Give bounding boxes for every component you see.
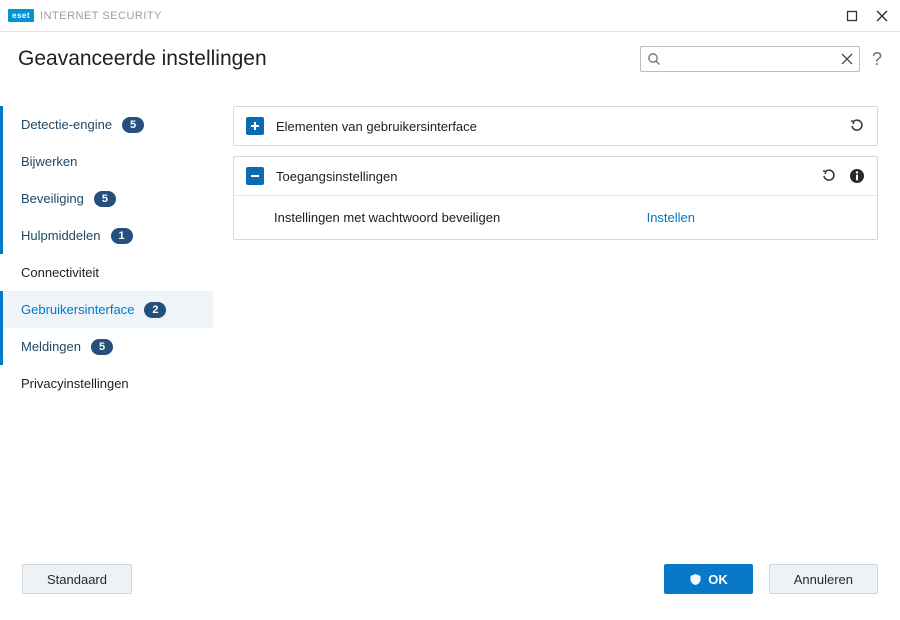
expand-button[interactable] bbox=[246, 117, 264, 135]
undo-button[interactable] bbox=[849, 118, 865, 134]
page-title: Geavanceerde instellingen bbox=[18, 47, 267, 71]
panel-header[interactable]: Elementen van gebruikersinterface bbox=[234, 107, 877, 145]
panel-title: Elementen van gebruikersinterface bbox=[276, 119, 837, 134]
info-icon bbox=[849, 168, 865, 184]
title-bar-left: eset INTERNET SECURITY bbox=[8, 9, 162, 22]
search-box[interactable] bbox=[640, 46, 860, 72]
info-button[interactable] bbox=[849, 168, 865, 184]
maximize-icon bbox=[846, 10, 858, 22]
panel-actions bbox=[849, 118, 865, 134]
cancel-button[interactable]: Annuleren bbox=[769, 564, 878, 594]
close-icon bbox=[875, 9, 889, 23]
sidebar-item-hulpmiddelen[interactable]: Hulpmiddelen 1 bbox=[0, 217, 213, 254]
footer-right: OK Annuleren bbox=[664, 564, 878, 594]
sidebar-item-label: Meldingen bbox=[21, 339, 81, 354]
sidebar-item-detectie-engine[interactable]: Detectie-engine 5 bbox=[0, 106, 213, 143]
maximize-button[interactable] bbox=[844, 8, 860, 24]
ok-button[interactable]: OK bbox=[664, 564, 753, 594]
sidebar-item-badge: 5 bbox=[91, 339, 113, 355]
undo-button[interactable] bbox=[821, 168, 837, 184]
title-bar: eset INTERNET SECURITY bbox=[0, 0, 900, 32]
sidebar: Detectie-engine 5 Bijwerken Beveiliging … bbox=[0, 76, 213, 552]
product-name: INTERNET SECURITY bbox=[40, 10, 162, 22]
default-button[interactable]: Standaard bbox=[22, 564, 132, 594]
search-input[interactable] bbox=[661, 52, 841, 66]
search-icon bbox=[647, 52, 661, 66]
sidebar-item-label: Connectiviteit bbox=[21, 265, 99, 280]
sidebar-item-badge: 5 bbox=[94, 191, 116, 207]
sidebar-item-gebruikersinterface[interactable]: Gebruikersinterface 2 bbox=[0, 291, 213, 328]
sidebar-item-bijwerken[interactable]: Bijwerken bbox=[0, 143, 213, 180]
panel-header[interactable]: Toegangsinstellingen bbox=[234, 157, 877, 195]
sidebar-item-label: Beveiliging bbox=[21, 191, 84, 206]
setting-label: Instellingen met wachtwoord beveiligen bbox=[274, 210, 647, 225]
header-right: ? bbox=[640, 46, 882, 72]
close-button[interactable] bbox=[874, 8, 890, 24]
minus-icon bbox=[250, 171, 260, 181]
main-panel: Elementen van gebruikersinterface Toegan… bbox=[213, 76, 900, 552]
sidebar-item-label: Privacyinstellingen bbox=[21, 376, 129, 391]
sidebar-item-meldingen[interactable]: Meldingen 5 bbox=[0, 328, 213, 365]
panel-title: Toegangsinstellingen bbox=[276, 169, 809, 184]
clear-search-button[interactable] bbox=[841, 53, 853, 65]
brand-logo-text: eset bbox=[8, 9, 34, 22]
panel-actions bbox=[821, 168, 865, 184]
sidebar-item-connectiviteit[interactable]: Connectiviteit bbox=[0, 254, 213, 291]
panel-body: Instellingen met wachtwoord beveiligen I… bbox=[234, 195, 877, 239]
plus-icon bbox=[250, 121, 260, 131]
ok-button-label: OK bbox=[708, 572, 728, 587]
window-controls bbox=[844, 8, 890, 24]
panel-toegangsinstellingen: Toegangsinstellingen Instellingen met wa… bbox=[233, 156, 878, 240]
undo-icon bbox=[849, 118, 865, 134]
setting-action-link[interactable]: Instellen bbox=[647, 210, 695, 225]
sidebar-item-label: Hulpmiddelen bbox=[21, 228, 101, 243]
collapse-button[interactable] bbox=[246, 167, 264, 185]
content: Detectie-engine 5 Bijwerken Beveiliging … bbox=[0, 76, 900, 552]
sidebar-item-label: Bijwerken bbox=[21, 154, 77, 169]
sidebar-item-beveiliging[interactable]: Beveiliging 5 bbox=[0, 180, 213, 217]
panel-elementen-van-gebruikersinterface: Elementen van gebruikersinterface bbox=[233, 106, 878, 146]
shield-icon bbox=[689, 573, 702, 586]
footer: Standaard OK Annuleren bbox=[0, 552, 900, 606]
sidebar-item-label: Detectie-engine bbox=[21, 117, 112, 132]
sidebar-item-badge: 5 bbox=[122, 117, 144, 133]
sidebar-item-badge: 2 bbox=[144, 302, 166, 318]
sidebar-item-privacyinstellingen[interactable]: Privacyinstellingen bbox=[0, 365, 213, 402]
clear-icon bbox=[841, 53, 853, 65]
header: Geavanceerde instellingen ? bbox=[0, 32, 900, 76]
undo-icon bbox=[821, 168, 837, 184]
sidebar-item-badge: 1 bbox=[111, 228, 133, 244]
brand-logo: eset bbox=[8, 9, 34, 22]
help-button[interactable]: ? bbox=[872, 49, 882, 70]
sidebar-item-label: Gebruikersinterface bbox=[21, 302, 134, 317]
